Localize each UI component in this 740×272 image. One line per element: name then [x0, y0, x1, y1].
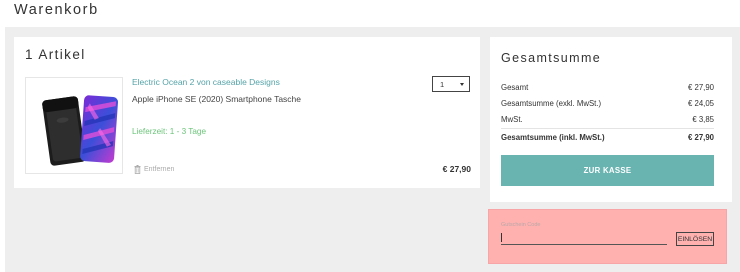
cart-title: 1 Artikel	[25, 47, 86, 62]
summary-row-net: Gesamtsumme (exkl. MwSt.) € 24,05	[501, 99, 714, 108]
trash-icon	[134, 165, 141, 174]
remove-label: Entfernen	[144, 166, 175, 173]
chevron-down-icon	[460, 83, 464, 86]
quantity-select[interactable]: 1	[432, 76, 470, 92]
summary-value: € 3,85	[692, 115, 714, 124]
summary-label: Gesamt	[501, 83, 529, 92]
summary-row-vat: MwSt. € 3,85	[501, 115, 714, 124]
remove-item-link[interactable]: Entfernen	[134, 165, 174, 174]
product-name-link[interactable]: Electric Ocean 2 von caseable Designs	[132, 77, 280, 87]
cart-panel: 1 Artikel Electric Ocean 2 von caseable …	[14, 37, 480, 188]
summary-divider	[501, 128, 714, 129]
summary-panel: Gesamtsumme Gesamt € 27,90 Gesamtsumme (…	[490, 37, 732, 202]
redeem-coupon-button[interactable]: EINLÖSEN	[676, 232, 714, 246]
summary-title: Gesamtsumme	[501, 51, 602, 65]
line-item-price: € 27,90	[442, 164, 471, 174]
summary-label: Gesamtsumme (exkl. MwSt.)	[501, 99, 602, 108]
product-image[interactable]	[25, 77, 123, 174]
page-title: Warenkorb	[14, 2, 99, 18]
summary-value: € 27,90	[687, 83, 714, 92]
coupon-section: Gutschein Code EINLÖSEN	[488, 209, 727, 264]
summary-label: MwSt.	[501, 115, 523, 124]
summary-label: Gesamtsumme (inkl. MwSt.)	[501, 133, 605, 142]
summary-row-gross: Gesamtsumme (inkl. MwSt.) € 27,90	[501, 133, 714, 142]
summary-value: € 24,05	[687, 99, 714, 108]
summary-value: € 27,90	[687, 133, 714, 142]
quantity-value: 1	[440, 80, 445, 89]
delivery-time: Lieferzeit: 1 - 3 Tage	[132, 127, 207, 136]
checkout-button[interactable]: ZUR KASSE	[501, 155, 714, 186]
summary-row-total: Gesamt € 27,90	[501, 83, 714, 92]
product-variant: Apple iPhone SE (2020) Smartphone Tasche	[132, 94, 302, 104]
coupon-label: Gutschein Code	[501, 222, 541, 228]
coupon-code-input[interactable]	[501, 231, 667, 245]
phone-case-image	[42, 95, 118, 166]
text-cursor	[501, 233, 502, 242]
